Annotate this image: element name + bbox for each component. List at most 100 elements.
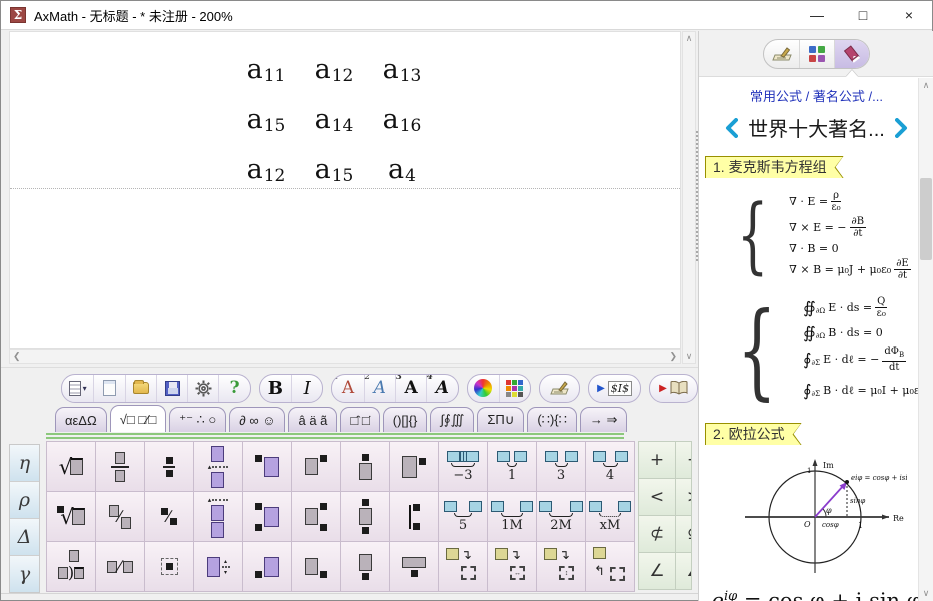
tab-accents[interactable]: â ä ã [288,407,337,432]
menu-button[interactable]: ▾ [62,375,93,402]
space-1-template[interactable]: 1 [488,442,536,491]
vertical-scrollbar[interactable]: ∧ ∨ [682,31,696,364]
long-division-template[interactable]: ) [47,542,95,591]
close-button[interactable]: × [886,1,932,29]
tab-operators[interactable]: ⁺⁻ ∴ ○ [169,407,226,432]
sqrt-template[interactable]: √ [47,442,95,491]
bold-button[interactable]: B [260,375,291,402]
tab-matrices[interactable]: (∷){∷ [527,407,577,432]
space-1em-template[interactable]: 1M [488,492,536,541]
space-4-template[interactable]: 4 [586,442,634,491]
greater-than-symbol[interactable]: > [676,479,692,515]
scroll-up-icon[interactable]: ∧ [683,32,696,45]
next-category-button[interactable] [895,118,908,138]
font-style-4-button[interactable]: 4A [426,375,457,402]
maxwell-differential-formula[interactable]: { ∇ · E =ρε₀ ∇ × E = −∂B∂t ∇ · B = 0 ∇ ×… [737,188,933,283]
handwriting-panel-button[interactable] [764,40,799,68]
superscript-slot-template[interactable]: ▴ [194,442,242,491]
scroll-left-icon[interactable]: ❮ [10,350,24,363]
subscript-slot-template[interactable]: ▴ [194,492,242,541]
symbol-panel-button[interactable] [799,40,834,68]
tab-integrals[interactable]: ∫∮∭ [430,407,474,432]
move-back-template[interactable]: ↰ [586,542,634,591]
font-style-1-button[interactable]: 1A [332,375,363,402]
tab-arrows[interactable]: → ⇒ [580,407,628,432]
tab-calculus[interactable]: ∂ ∞ ☺ [229,407,285,432]
open-button[interactable] [125,375,156,402]
space-2em-template[interactable]: 2M [537,492,585,541]
selection-box-template[interactable] [145,542,193,591]
subscript-template[interactable] [292,542,340,591]
tab-fractions-radicals[interactable]: √□ □∕□ [110,405,166,432]
equation-canvas[interactable]: a11 a12 a13 a15 a14 a16 a12 a15 a4 [9,31,681,349]
side-script-template[interactable] [390,442,438,491]
not-subset-symbol[interactable]: ⊄ [639,516,675,552]
settings-button[interactable] [187,375,218,402]
pre-subscript-template[interactable] [243,542,291,591]
angle-symbol[interactable]: ∠ [639,553,675,589]
slanted-fraction-template[interactable]: ∕ [96,492,144,541]
font-style-3-button[interactable]: 3A [395,375,426,402]
new-document-button[interactable] [93,375,124,402]
scroll-right-icon[interactable]: ❯ [666,350,680,363]
resize-slot-template[interactable]: ▴▾ [194,542,242,591]
sidebar-scrollbar[interactable]: ∧ ∨ [918,78,933,601]
tab-decorations[interactable]: □̂ □̇ [340,407,379,432]
superscript-template[interactable] [292,442,340,491]
space-3-template[interactable]: 3 [537,442,585,491]
horizontal-scrollbar[interactable]: ❮ ❯ [9,349,681,364]
small-slanted-fraction-template[interactable]: ∕ [145,492,193,541]
side-scripts-template[interactable] [390,492,438,541]
prev-category-button[interactable] [725,118,738,138]
subset-eq-symbol[interactable]: ⊆ [676,516,692,552]
save-button[interactable] [156,375,187,402]
tab-big-operators[interactable]: ΣΠ∪ [477,407,524,432]
handwriting-button[interactable] [540,375,579,402]
over-script-template[interactable] [341,442,389,491]
color-wheel-button[interactable] [468,375,499,402]
move-right-template[interactable]: ↴ [439,542,487,591]
sub-superscript-template[interactable] [292,492,340,541]
formula-library-button[interactable]: ▶ [650,375,697,402]
plus-symbol[interactable]: + [639,442,675,478]
inline-math-button[interactable]: ▶ $I$ [589,375,640,402]
recent-symbol[interactable]: Δ [10,519,39,555]
pre-superscript-template[interactable] [243,442,291,491]
inline-fraction-template[interactable]: ∕ [96,542,144,591]
bookmark-panel-button[interactable] [834,40,869,68]
space-5-template[interactable]: 5 [439,492,487,541]
tab-greek[interactable]: αεΔΩ [55,407,107,432]
under-script-template[interactable] [341,542,389,591]
euler-circle-diagram[interactable]: Im Re O 1 1 φ sinφ cosφ eiφ = cosφ + isi… [727,451,907,575]
sidebar-scroll-thumb[interactable] [920,178,932,260]
help-button[interactable]: ? [218,375,249,402]
recent-symbol[interactable]: γ [10,556,39,592]
breadcrumb[interactable]: 常用公式 / 著名公式 /... [699,86,933,105]
minimize-button[interactable]: — [794,1,840,29]
pre-sub-superscript-template[interactable] [243,492,291,541]
move-fill-h-template[interactable]: ↴↔ [488,542,536,591]
euler-formula-1[interactable]: eiφ = cos φ + i sin φ [699,589,933,601]
font-style-2-button[interactable]: 2A [364,375,395,402]
sidebar-scroll-up-icon[interactable]: ∧ [919,80,933,91]
maxwell-integral-formula[interactable]: { ∯∂ΩE · ds =Qε₀ ∯∂ΩB · ds = 0 ∮∂ΣE · dℓ… [737,289,933,411]
angle-symbol-2[interactable]: ∠ [676,553,692,589]
space-custom-template[interactable]: xM [586,492,634,541]
maximize-button[interactable]: □ [840,1,886,29]
nth-root-template[interactable]: √ [47,492,95,541]
recent-symbol[interactable]: ρ [10,482,39,518]
tab-brackets[interactable]: ()[]{} [383,407,428,432]
wide-under-script-template[interactable] [390,542,438,591]
over-under-script-template[interactable] [341,492,389,541]
small-fraction-template[interactable] [145,442,193,491]
italic-button[interactable]: I [291,375,322,402]
fraction-template[interactable] [96,442,144,491]
space-neg3-template[interactable]: −3 [439,442,487,491]
sidebar-scroll-down-icon[interactable]: ∨ [919,588,933,599]
color-palette-button[interactable] [499,375,530,402]
recent-symbol[interactable]: η [10,445,39,481]
scroll-down-icon[interactable]: ∨ [683,350,696,363]
less-than-symbol[interactable]: < [639,479,675,515]
move-fill-v-template[interactable]: ↴↕ [537,542,585,591]
minus-symbol[interactable]: − [676,442,692,478]
